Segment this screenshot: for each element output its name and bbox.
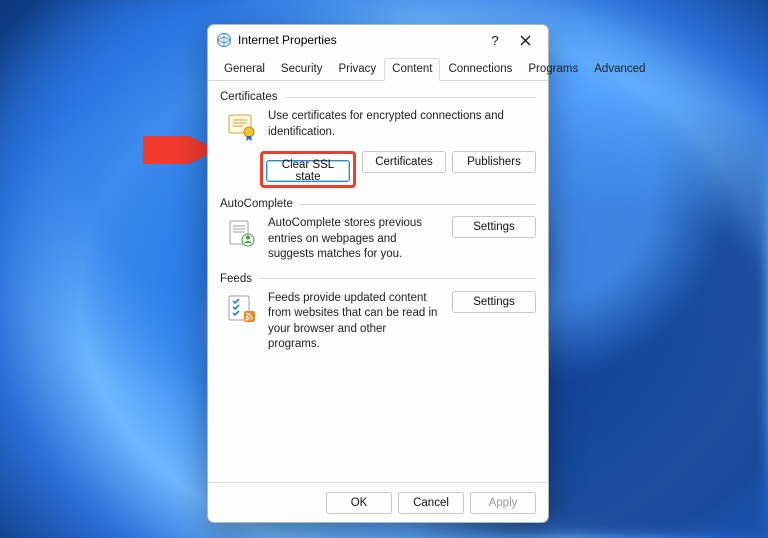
divider — [284, 97, 536, 98]
feeds-desc: Feeds provide updated content from websi… — [268, 291, 442, 353]
internet-properties-dialog: Internet Properties ? General Security P… — [207, 24, 549, 523]
help-button[interactable]: ? — [480, 26, 510, 54]
dialog-footer: OK Cancel Apply — [208, 482, 548, 522]
autocomplete-group-label: AutoComplete — [220, 198, 293, 210]
cancel-button[interactable]: Cancel — [398, 492, 464, 514]
tab-security[interactable]: Security — [273, 58, 331, 81]
feeds-group-label: Feeds — [220, 273, 252, 285]
autocomplete-desc: AutoComplete stores previous entries on … — [268, 216, 442, 263]
feeds-group: Feeds Feeds provide updated content from… — [220, 273, 536, 353]
certificates-desc: Use certificates for encrypted connectio… — [268, 109, 536, 140]
annotation-highlight: Clear SSL state — [260, 151, 356, 188]
tab-content[interactable]: Content — [384, 58, 440, 81]
certificate-icon — [226, 111, 258, 143]
window-title: Internet Properties — [238, 33, 480, 47]
tab-advanced[interactable]: Advanced — [586, 58, 653, 81]
certificates-group-label: Certificates — [220, 91, 278, 103]
titlebar[interactable]: Internet Properties ? — [208, 25, 548, 55]
autocomplete-icon — [226, 218, 258, 250]
tab-privacy[interactable]: Privacy — [330, 58, 384, 81]
autocomplete-settings-button[interactable]: Settings — [452, 216, 536, 238]
divider — [258, 278, 536, 279]
tab-connections[interactable]: Connections — [440, 58, 520, 81]
clear-ssl-state-button[interactable]: Clear SSL state — [266, 160, 350, 182]
content-pane: Certificates Use certificates for encryp… — [208, 81, 548, 482]
autocomplete-group: AutoComplete AutoComplete stores previou… — [220, 198, 536, 263]
feeds-settings-button[interactable]: Settings — [452, 291, 536, 313]
certificates-button[interactable]: Certificates — [362, 151, 446, 173]
feeds-icon — [226, 293, 258, 325]
tabstrip: General Security Privacy Content Connect… — [208, 57, 548, 81]
ok-button[interactable]: OK — [326, 492, 392, 514]
close-button[interactable] — [510, 26, 540, 54]
apply-button[interactable]: Apply — [470, 492, 536, 514]
publishers-button[interactable]: Publishers — [452, 151, 536, 173]
tab-general[interactable]: General — [216, 58, 273, 81]
certificates-group: Certificates Use certificates for encryp… — [220, 91, 536, 188]
close-icon — [520, 35, 531, 46]
tab-programs[interactable]: Programs — [520, 58, 586, 81]
divider — [299, 204, 536, 205]
internet-options-icon — [216, 32, 232, 48]
